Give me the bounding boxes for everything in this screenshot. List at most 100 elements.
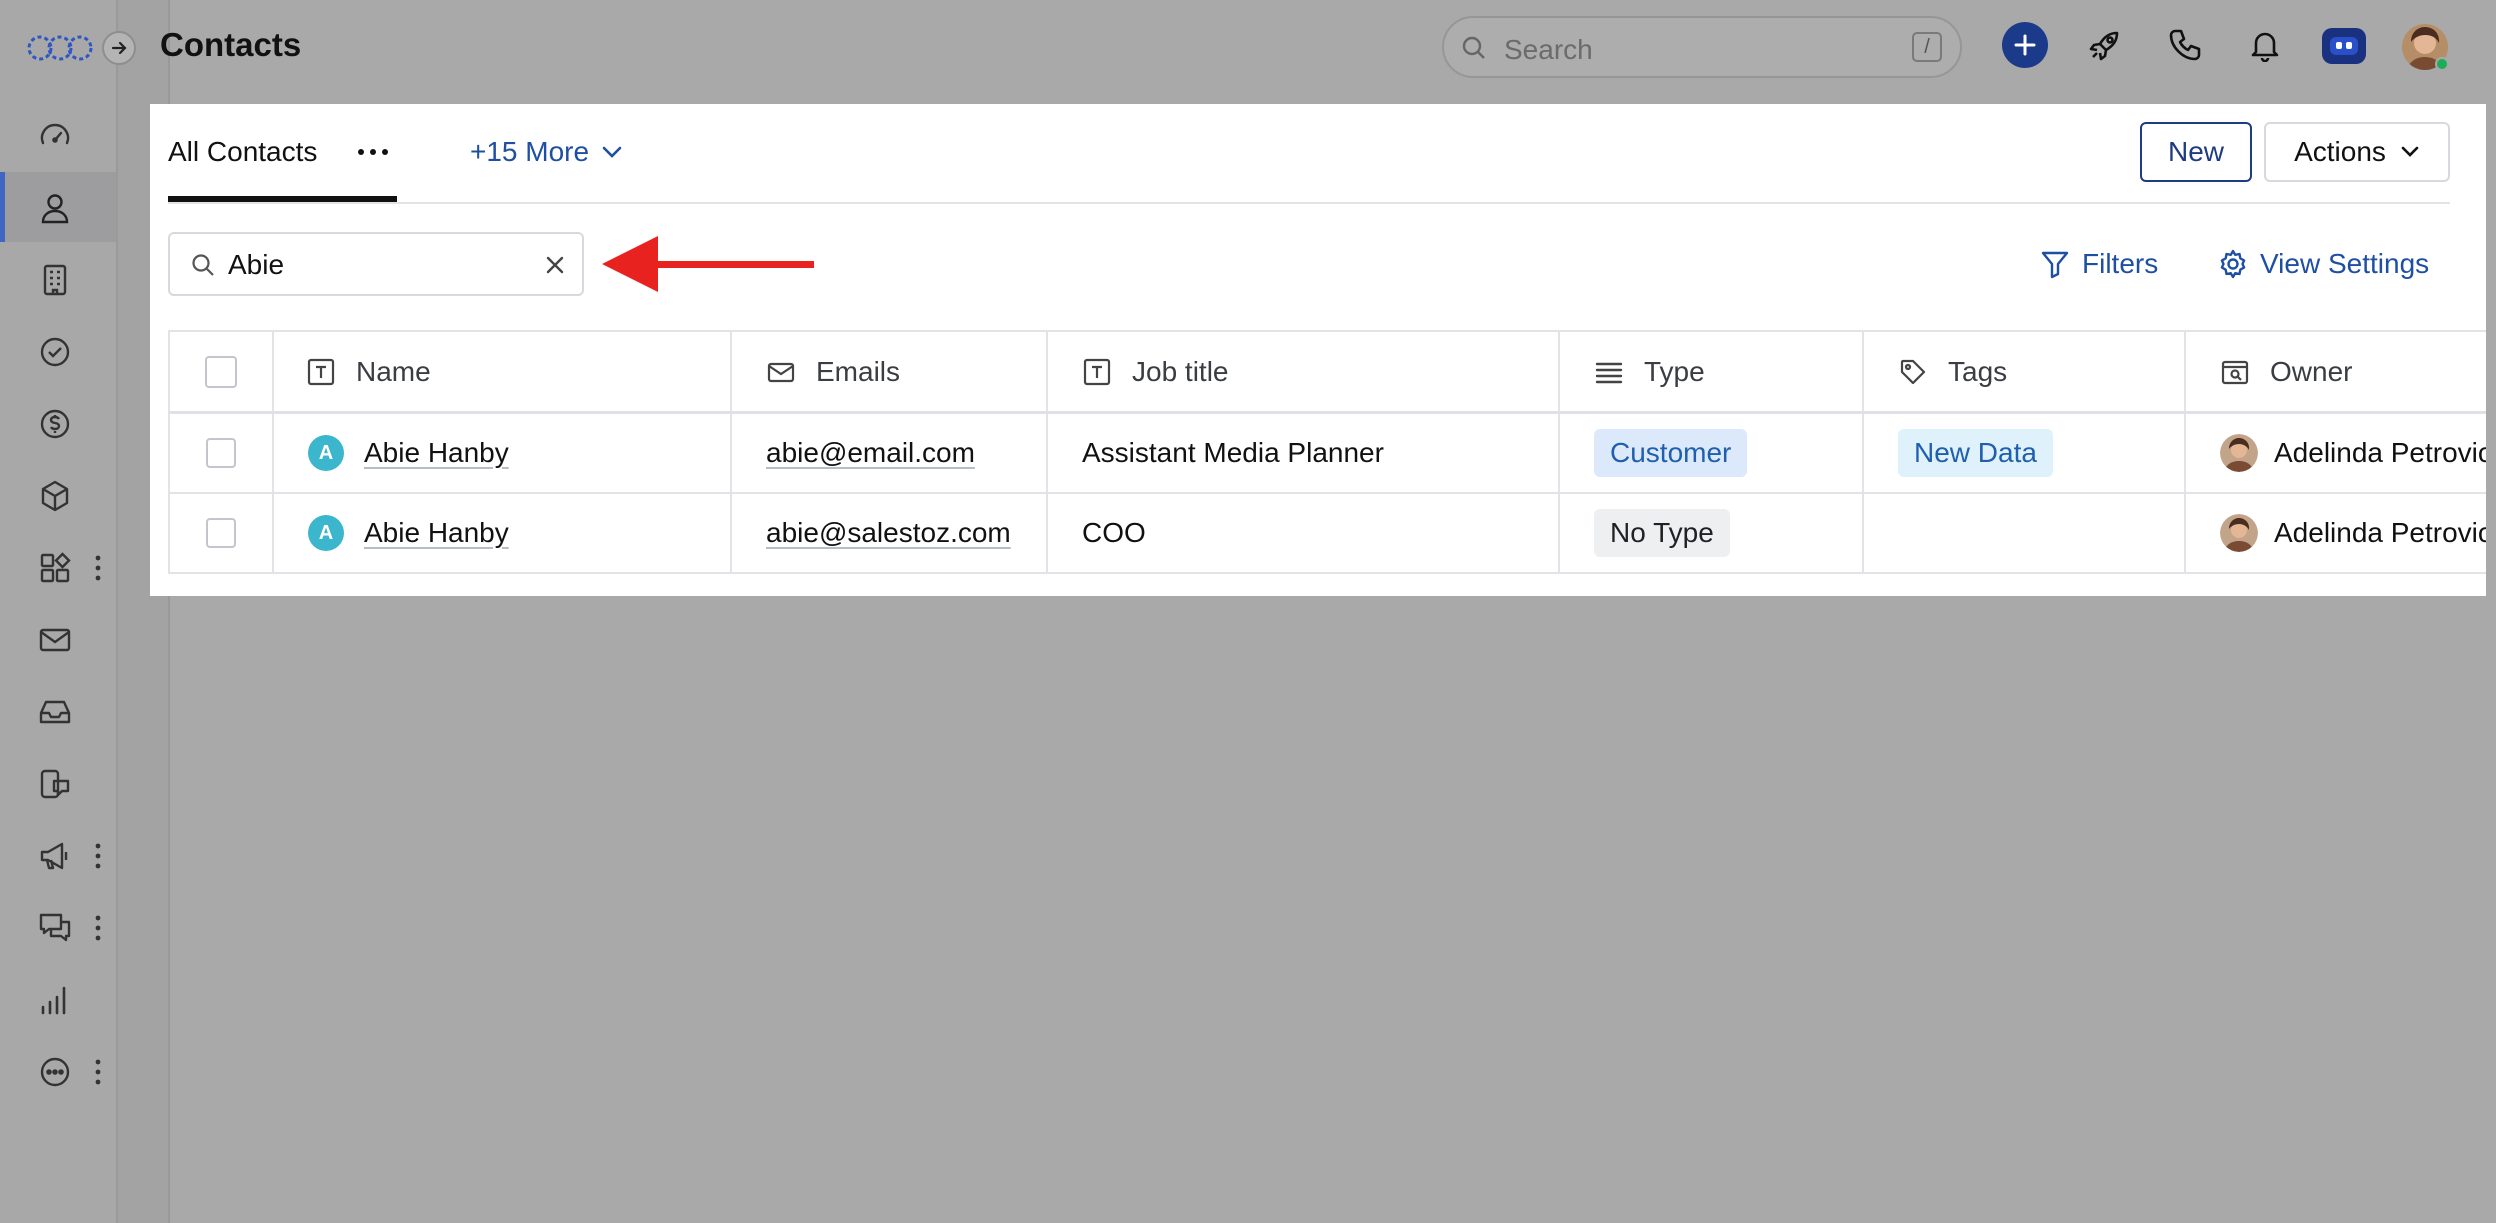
- column-header-label: Job title: [1132, 355, 1229, 387]
- text-field-icon: [307, 358, 335, 385]
- table-row[interactable]: A Abie Hanby abie@email.com Assistant Me…: [168, 414, 2486, 494]
- job-title-text: Assistant Media Planner: [1082, 437, 1384, 468]
- notifications-button[interactable]: [2242, 22, 2288, 68]
- contacts-search[interactable]: [168, 232, 584, 296]
- cell-tags: New Data: [1864, 414, 2186, 492]
- avatar-photo-icon: [2402, 24, 2449, 71]
- sidebar-item-email[interactable]: [0, 604, 116, 674]
- sidebar-item-tasks[interactable]: [0, 316, 116, 386]
- table-row[interactable]: A Abie Hanby abie@salestoz.com COO No Ty…: [168, 494, 2486, 574]
- select-all-checkbox[interactable]: [205, 355, 237, 388]
- annotation-arrow-icon: [602, 236, 814, 292]
- cell-email: abie@salestoz.com: [732, 494, 1048, 572]
- sidebar-item-dashboard[interactable]: [0, 100, 116, 170]
- column-header-name[interactable]: Name: [274, 332, 732, 411]
- person-icon: [41, 194, 69, 224]
- ai-assistant-button[interactable]: [2322, 28, 2366, 64]
- sidebar-item-conversations[interactable]: [0, 892, 116, 962]
- contact-email-link[interactable]: abie@email.com: [766, 437, 975, 469]
- more-views-dropdown[interactable]: +15 More: [470, 136, 623, 168]
- global-search[interactable]: Search /: [1442, 16, 1962, 78]
- table-header: Name Emails Job title Type Tags Owner: [168, 332, 2486, 414]
- contact-name-link[interactable]: Abie Hanby: [364, 437, 509, 469]
- tab-all-contacts[interactable]: All Contacts: [168, 136, 317, 168]
- column-header-owner[interactable]: Owner: [2186, 332, 2486, 411]
- megaphone-icon: [40, 842, 68, 870]
- dashboard-gauge-icon: [40, 123, 70, 145]
- mail-icon: [39, 628, 71, 652]
- row-checkbox[interactable]: [206, 438, 236, 468]
- more-vertical-icon[interactable]: [92, 553, 104, 583]
- chevron-down-icon: [2401, 146, 2419, 157]
- column-header-job-title[interactable]: Job title: [1048, 332, 1560, 411]
- cell-email: abie@email.com: [732, 414, 1048, 492]
- column-header-label: Owner: [2270, 355, 2353, 387]
- filter-icon: [2041, 251, 2069, 279]
- row-select-cell: [168, 414, 274, 492]
- mail-icon: [767, 362, 795, 382]
- column-header-label: Name: [356, 355, 431, 387]
- sidebar-item-reports[interactable]: [0, 964, 116, 1034]
- cell-tags: [1864, 494, 2186, 572]
- type-badge: Customer: [1594, 429, 1748, 477]
- active-tab-indicator: [168, 196, 397, 202]
- owner-card-icon: [2221, 360, 2249, 384]
- column-header-label: Tags: [1948, 355, 2008, 387]
- page-title: Contacts: [160, 26, 302, 63]
- new-contact-button[interactable]: New: [2140, 122, 2252, 182]
- more-vertical-icon[interactable]: [92, 1057, 104, 1087]
- owner-name: Adelinda Petrovic: [2274, 517, 2486, 548]
- app-logo-icon[interactable]: [26, 28, 94, 68]
- quick-create-button[interactable]: [2002, 22, 2048, 68]
- sidebar-item-inbox[interactable]: [0, 676, 116, 746]
- apps-grid-icon: [40, 552, 71, 583]
- contact-email-link[interactable]: abie@salestoz.com: [766, 517, 1011, 549]
- select-all-cell: [168, 332, 274, 411]
- column-header-emails[interactable]: Emails: [732, 332, 1048, 411]
- owner-avatar: [2220, 434, 2258, 472]
- more-vertical-icon[interactable]: [92, 841, 104, 871]
- sidebar-item-more[interactable]: [0, 1036, 116, 1106]
- expand-sidebar-button[interactable]: [102, 31, 136, 65]
- filters-label: Filters: [2082, 248, 2159, 279]
- owner-name: Adelinda Petrovic: [2274, 437, 2486, 468]
- sidebar-item-deals[interactable]: [0, 388, 116, 458]
- cell-job-title: Assistant Media Planner: [1048, 414, 1560, 492]
- sidebar-item-campaigns[interactable]: [0, 820, 116, 890]
- chevron-down-icon: [602, 146, 622, 158]
- rocket-button[interactable]: [2082, 22, 2128, 68]
- filters-button[interactable]: Filters: [2040, 248, 2158, 280]
- sidebar-item-apps[interactable]: [0, 532, 116, 602]
- view-settings-button[interactable]: View Settings: [2218, 248, 2429, 280]
- row-checkbox[interactable]: [206, 518, 236, 548]
- sidebar-item-products[interactable]: [0, 460, 116, 530]
- sidebar-item-calls[interactable]: [0, 748, 116, 818]
- phone-button[interactable]: [2162, 22, 2208, 68]
- contacts-search-input[interactable]: [228, 246, 528, 284]
- bell-icon: [2251, 32, 2279, 62]
- column-header-label: Type: [1644, 355, 1705, 387]
- actions-dropdown[interactable]: Actions: [2264, 122, 2450, 182]
- sidebar-item-companies[interactable]: [0, 244, 116, 314]
- more-views-label: +15 More: [470, 136, 590, 167]
- contacts-table: Name Emails Job title Type Tags Owner A …: [168, 330, 2486, 574]
- plus-icon: [2014, 34, 2036, 56]
- close-icon[interactable]: [544, 254, 566, 276]
- view-settings-label: View Settings: [2260, 248, 2430, 279]
- cell-owner: Adelinda Petrovic: [2186, 414, 2486, 492]
- contact-initial-avatar: A: [308, 515, 344, 551]
- owner-avatar: [2220, 514, 2258, 552]
- sidebar-item-contacts[interactable]: [0, 172, 116, 242]
- tab-options-icon[interactable]: [356, 146, 390, 158]
- rocket-icon: [2089, 31, 2119, 61]
- tag-badge: New Data: [1898, 429, 2053, 477]
- cell-owner: Adelinda Petrovic: [2186, 494, 2486, 572]
- user-avatar[interactable]: [2400, 22, 2450, 72]
- more-vertical-icon[interactable]: [92, 913, 104, 943]
- column-header-tags[interactable]: Tags: [1864, 332, 2186, 411]
- column-header-label: Emails: [816, 355, 901, 387]
- contact-name-link[interactable]: Abie Hanby: [364, 517, 509, 549]
- chat-bubbles-icon: [39, 913, 71, 942]
- bar-chart-icon: [41, 986, 66, 1015]
- column-header-type[interactable]: Type: [1560, 332, 1864, 411]
